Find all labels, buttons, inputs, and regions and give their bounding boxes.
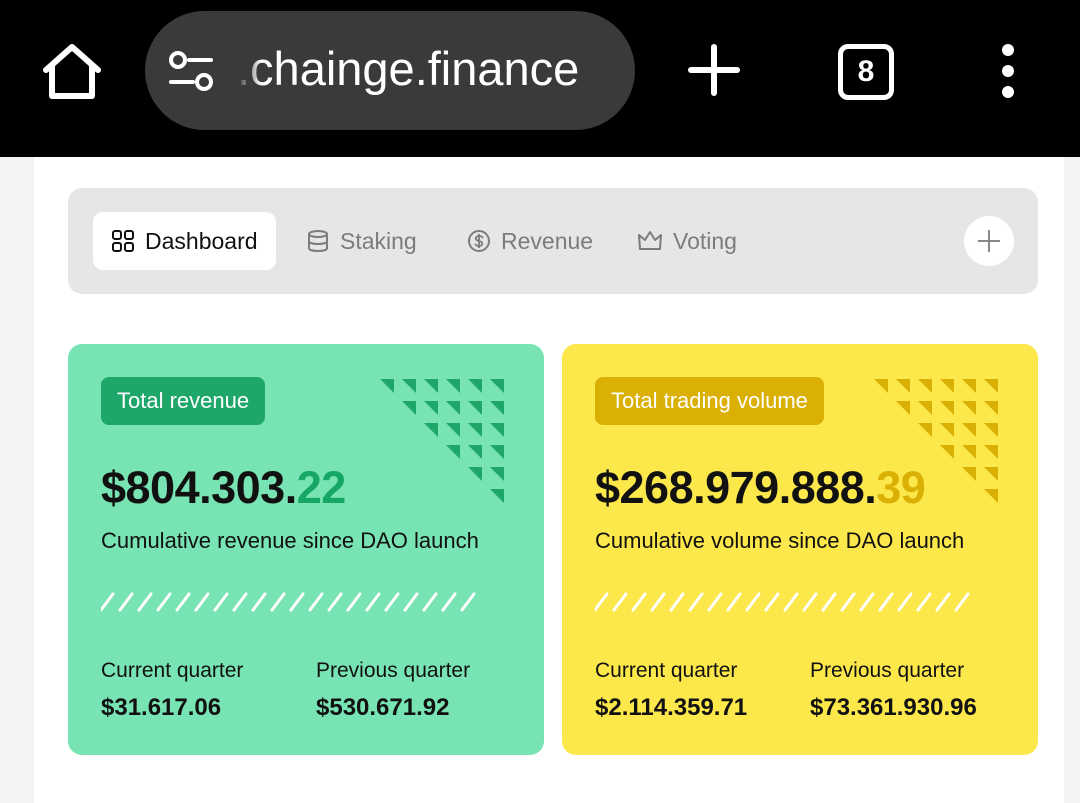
plus-icon <box>978 230 1000 252</box>
amount-cents: 39 <box>876 462 926 513</box>
tab-dashboard[interactable]: Dashboard <box>93 212 276 270</box>
slash-divider-decoration <box>595 592 970 612</box>
previous-quarter-label: Previous quarter <box>316 659 471 682</box>
total-trading-volume-card: Total trading volume $268.979.888.39 Cum… <box>562 344 1038 755</box>
current-quarter-value: $31.617.06 <box>101 694 222 721</box>
slash-divider-decoration <box>101 592 476 612</box>
grid-icon <box>112 230 134 252</box>
tab-label: Dashboard <box>145 227 258 254</box>
previous-quarter-label: Previous quarter <box>810 659 965 682</box>
url-text: .chainge.finance <box>237 42 580 95</box>
browser-toolbar: .chainge.finance 8 <box>0 0 1080 157</box>
url-fade <box>233 41 261 101</box>
card-badge: Total trading volume <box>595 377 824 425</box>
tab-label: Revenue <box>501 227 594 254</box>
total-revenue-amount: $804.303.22 <box>101 462 346 514</box>
tab-revenue[interactable]: Revenue <box>449 212 611 270</box>
address-bar[interactable]: .chainge.finance <box>145 11 635 130</box>
tab-switcher-button[interactable]: 8 <box>838 44 894 100</box>
tab-staking[interactable]: Staking <box>288 212 435 270</box>
page-content: Dashboard Staking Revenue Voting Total r… <box>34 157 1064 803</box>
tab-label: Staking <box>340 227 417 254</box>
previous-quarter-value: $73.361.930.96 <box>810 694 977 721</box>
total-volume-amount: $268.979.888.39 <box>595 462 926 514</box>
nav-tabbar: Dashboard Staking Revenue Voting <box>68 188 1038 294</box>
current-quarter-label: Current quarter <box>595 659 738 682</box>
tab-label: Voting <box>673 227 737 254</box>
tab-voting[interactable]: Voting <box>619 212 755 270</box>
total-revenue-card: Total revenue $804.303.22 Cumulative rev… <box>68 344 544 755</box>
crown-icon <box>638 231 662 250</box>
card-badge: Total revenue <box>101 377 266 425</box>
amount-cents: 22 <box>296 462 347 513</box>
card-subtitle: Cumulative volume since DAO launch <box>595 528 965 553</box>
card-subtitle: Cumulative revenue since DAO launch <box>101 528 479 553</box>
previous-quarter-value: $530.671.92 <box>316 694 450 721</box>
more-menu-icon[interactable] <box>994 44 1022 100</box>
database-icon <box>308 230 328 253</box>
add-tab-button[interactable] <box>964 216 1014 266</box>
amount-main: $268.979.888. <box>595 462 877 513</box>
triangle-pattern-decoration <box>380 379 504 503</box>
new-tab-icon[interactable] <box>686 42 742 98</box>
dollar-circle-icon <box>468 230 490 252</box>
current-quarter-value: $2.114.359.71 <box>595 694 748 721</box>
site-settings-icon[interactable] <box>167 49 215 93</box>
home-icon[interactable] <box>40 42 104 102</box>
amount-main: $804.303. <box>101 462 297 513</box>
current-quarter-label: Current quarter <box>101 659 244 682</box>
